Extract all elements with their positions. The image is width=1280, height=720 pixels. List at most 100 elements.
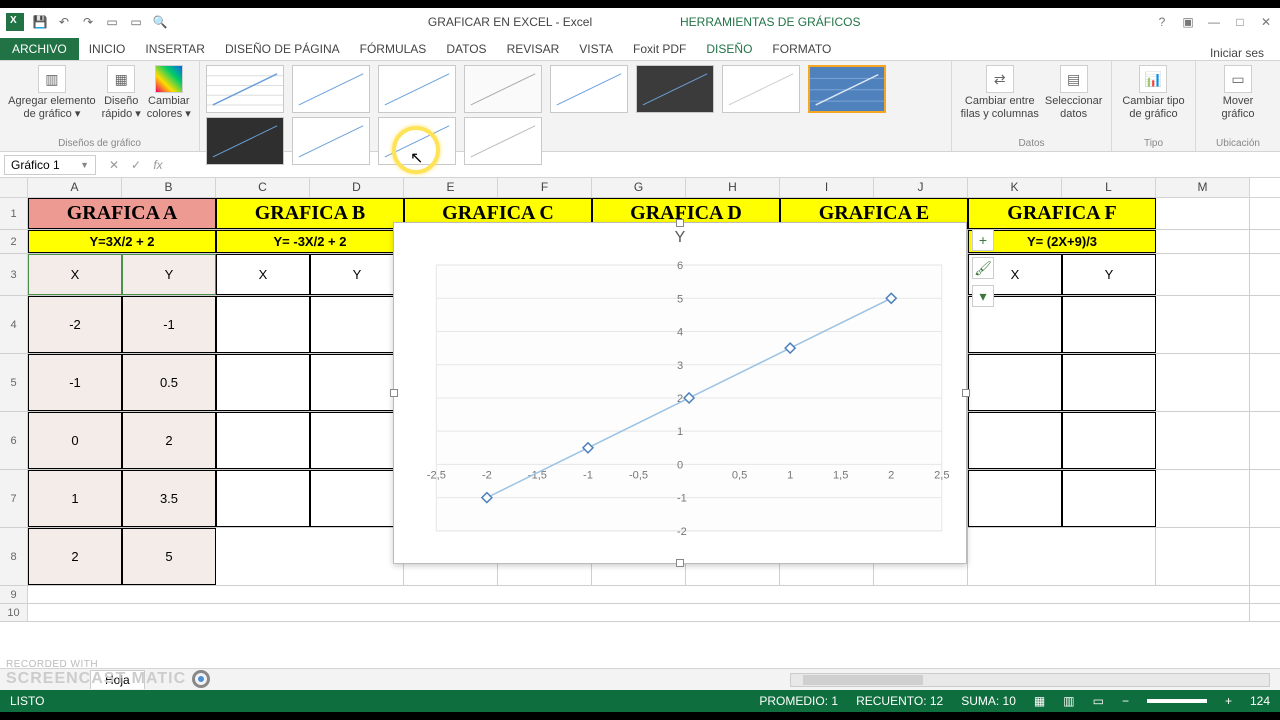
cell[interactable] <box>310 470 404 527</box>
col-G[interactable]: G <box>592 178 686 197</box>
tab-page-layout[interactable]: DISEÑO DE PÁGINA <box>215 38 350 60</box>
col-I[interactable]: I <box>780 178 874 197</box>
cell[interactable] <box>1156 254 1250 295</box>
chart-elements-button[interactable]: + <box>972 229 994 251</box>
col-L[interactable]: L <box>1062 178 1156 197</box>
col-M[interactable]: M <box>1156 178 1250 197</box>
style-thumb-9[interactable] <box>206 117 284 165</box>
select-data-button[interactable]: ▤ Seleccionar datos <box>1045 65 1102 120</box>
cell[interactable] <box>216 412 310 469</box>
cell-formula-b[interactable]: Y= -3X/2 + 2 <box>216 230 404 253</box>
cell[interactable] <box>1156 470 1250 527</box>
col-B[interactable]: B <box>122 178 216 197</box>
style-thumb-12[interactable] <box>464 117 542 165</box>
style-thumb-6[interactable] <box>636 65 714 113</box>
cell[interactable] <box>1156 528 1250 585</box>
row-head-1[interactable]: 1 <box>0 198 28 229</box>
cell[interactable] <box>28 586 1250 603</box>
row-head-10[interactable]: 10 <box>0 604 28 621</box>
cell-A8[interactable]: 2 <box>28 528 122 585</box>
worksheet-grid[interactable]: A B C D E F G H I J K L M 1 GRAFICA A GR… <box>0 178 1280 648</box>
cell[interactable] <box>1156 230 1250 253</box>
row-head-7[interactable]: 7 <box>0 470 28 527</box>
col-K[interactable]: K <box>968 178 1062 197</box>
cell-formula-f[interactable]: Y= (2X+9)/3 <box>968 230 1156 253</box>
scroll-thumb[interactable] <box>803 675 923 685</box>
tab-insert[interactable]: INSERTAR <box>135 38 215 60</box>
row-head-5[interactable]: 5 <box>0 354 28 411</box>
close-icon[interactable]: ✕ <box>1258 15 1274 29</box>
style-thumb-3[interactable] <box>378 65 456 113</box>
tab-foxit[interactable]: Foxit PDF <box>623 38 696 60</box>
cell-formula-a[interactable]: Y=3X/2 + 2 <box>28 230 216 253</box>
cell[interactable] <box>216 470 310 527</box>
col-E[interactable]: E <box>404 178 498 197</box>
tab-view[interactable]: VISTA <box>569 38 623 60</box>
chevron-down-icon[interactable]: ▼ <box>80 160 89 170</box>
sign-in-link[interactable]: Iniciar ses <box>1210 46 1280 60</box>
preview-icon[interactable]: 🔍 <box>152 14 168 30</box>
cell[interactable] <box>1062 354 1156 411</box>
resize-handle[interactable] <box>676 559 684 567</box>
cell-D3[interactable]: Y <box>310 254 404 295</box>
horizontal-scrollbar[interactable] <box>790 673 1270 687</box>
tab-format[interactable]: FORMATO <box>762 38 841 60</box>
cell-B3[interactable]: Y <box>122 254 216 295</box>
cell-B7[interactable]: 3.5 <box>122 470 216 527</box>
col-C[interactable]: C <box>216 178 310 197</box>
change-chart-type-button[interactable]: 📊 Cambiar tipo de gráfico <box>1122 65 1184 120</box>
row-head-6[interactable]: 6 <box>0 412 28 469</box>
view-normal-icon[interactable]: ▦ <box>1034 694 1045 708</box>
cell[interactable] <box>1062 296 1156 353</box>
tab-formulas[interactable]: FÓRMULAS <box>350 38 437 60</box>
col-F[interactable]: F <box>498 178 592 197</box>
view-page-layout-icon[interactable]: ▥ <box>1063 694 1074 708</box>
row-head-4[interactable]: 4 <box>0 296 28 353</box>
resize-handle[interactable] <box>676 219 684 227</box>
chart-styles-button[interactable]: 🖌 <box>972 257 994 279</box>
cell[interactable] <box>968 412 1062 469</box>
accept-fx-icon[interactable]: ✓ <box>128 158 144 172</box>
col-H[interactable]: H <box>686 178 780 197</box>
touch-icon[interactable]: ▭ <box>104 14 120 30</box>
cell[interactable] <box>1156 412 1250 469</box>
minimize-icon[interactable]: — <box>1206 15 1222 29</box>
cancel-fx-icon[interactable]: ✕ <box>106 158 122 172</box>
chart-styles-gallery[interactable] <box>200 61 952 151</box>
row-head-2[interactable]: 2 <box>0 230 28 253</box>
undo-icon[interactable]: ↶ <box>56 14 72 30</box>
col-J[interactable]: J <box>874 178 968 197</box>
tab-review[interactable]: REVISAR <box>497 38 570 60</box>
maximize-icon[interactable]: □ <box>1232 15 1248 29</box>
cell[interactable] <box>310 354 404 411</box>
zoom-out-icon[interactable]: − <box>1122 694 1129 708</box>
change-colors-button[interactable]: Cambiar colores ▾ <box>147 65 191 120</box>
resize-handle[interactable] <box>962 389 970 397</box>
cell-A3[interactable]: X <box>28 254 122 295</box>
row-head-3[interactable]: 3 <box>0 254 28 295</box>
cell[interactable] <box>216 296 310 353</box>
new-icon[interactable]: ▭ <box>128 14 144 30</box>
style-thumb-1[interactable] <box>206 65 284 113</box>
row-head-8[interactable]: 8 <box>0 528 28 585</box>
redo-icon[interactable]: ↷ <box>80 14 96 30</box>
cell[interactable] <box>1156 296 1250 353</box>
cell[interactable] <box>28 604 1250 621</box>
resize-handle[interactable] <box>390 389 398 397</box>
cell-A5[interactable]: -1 <box>28 354 122 411</box>
row-head-9[interactable]: 9 <box>0 586 28 603</box>
save-icon[interactable]: 💾 <box>32 14 48 30</box>
cell[interactable] <box>968 528 1156 585</box>
view-page-break-icon[interactable]: ▭ <box>1093 694 1104 708</box>
select-all-corner[interactable] <box>0 178 28 197</box>
cell-A6[interactable]: 0 <box>28 412 122 469</box>
embedded-chart[interactable]: Y -2-10123456-2,5-2-1,5-1-0,50,511,522,5… <box>393 222 967 564</box>
zoom-slider[interactable] <box>1147 699 1207 703</box>
cell-B4[interactable]: -1 <box>122 296 216 353</box>
tab-home[interactable]: INICIO <box>79 38 136 60</box>
add-chart-element-button[interactable]: ▥ Agregar elemento de gráfico ▾ <box>8 65 95 120</box>
tab-file[interactable]: ARCHIVO <box>0 38 79 60</box>
zoom-in-icon[interactable]: + <box>1225 694 1232 708</box>
style-thumb-10[interactable] <box>292 117 370 165</box>
cell[interactable] <box>310 412 404 469</box>
